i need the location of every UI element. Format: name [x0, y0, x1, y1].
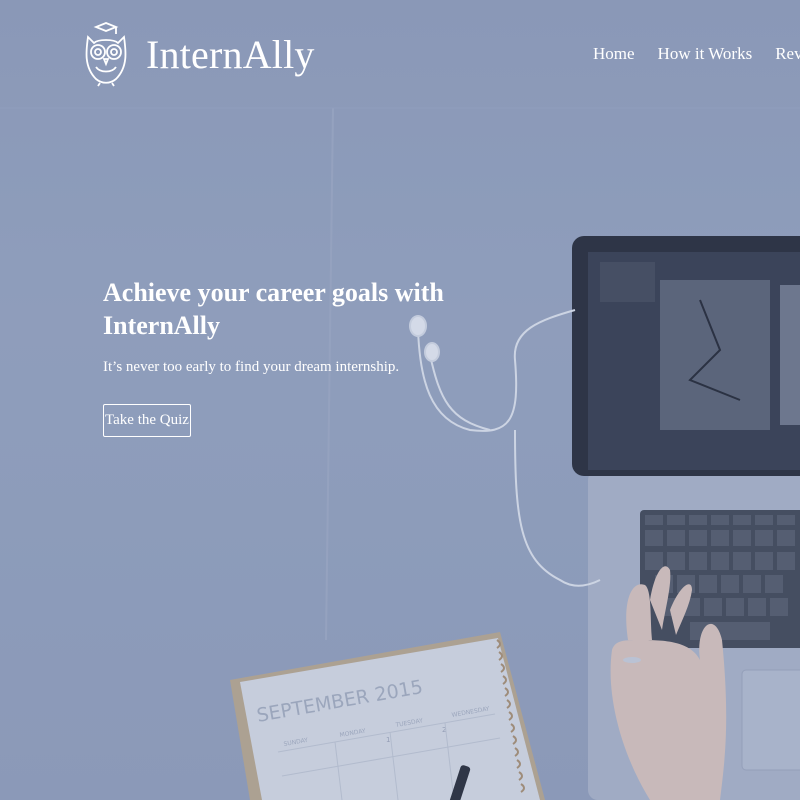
take-quiz-button[interactable]: Take the Quiz — [103, 404, 191, 437]
hero-tagline: It’s never too early to find your dream … — [103, 359, 400, 375]
main-nav: Home How it Works Revie — [593, 44, 800, 64]
nav-item-reviews[interactable]: Revie — [775, 44, 800, 64]
nav-item-home[interactable]: Home — [593, 44, 635, 64]
owl-graduate-icon — [85, 22, 127, 87]
site-header: InternAlly Home How it Works Revie — [0, 0, 800, 108]
earphones-illustration — [409, 309, 601, 587]
brand-name: InternAlly — [146, 31, 315, 77]
hero-headline: Achieve your career goals with InternAll… — [103, 278, 444, 340]
calendar-notebook-illustration: SEPTEMBER 2015 SUNDAY MONDAY TUESDAY WED… — [230, 632, 545, 800]
hero-background-photo: SEPTEMBER 2015 SUNDAY MONDAY TUESDAY WED… — [0, 107, 800, 800]
brand[interactable]: InternAlly — [80, 20, 315, 88]
hero-section: SEPTEMBER 2015 SUNDAY MONDAY TUESDAY WED… — [0, 0, 800, 800]
nav-item-how-it-works[interactable]: How it Works — [658, 44, 753, 64]
calendar-date: 1 — [386, 736, 390, 744]
